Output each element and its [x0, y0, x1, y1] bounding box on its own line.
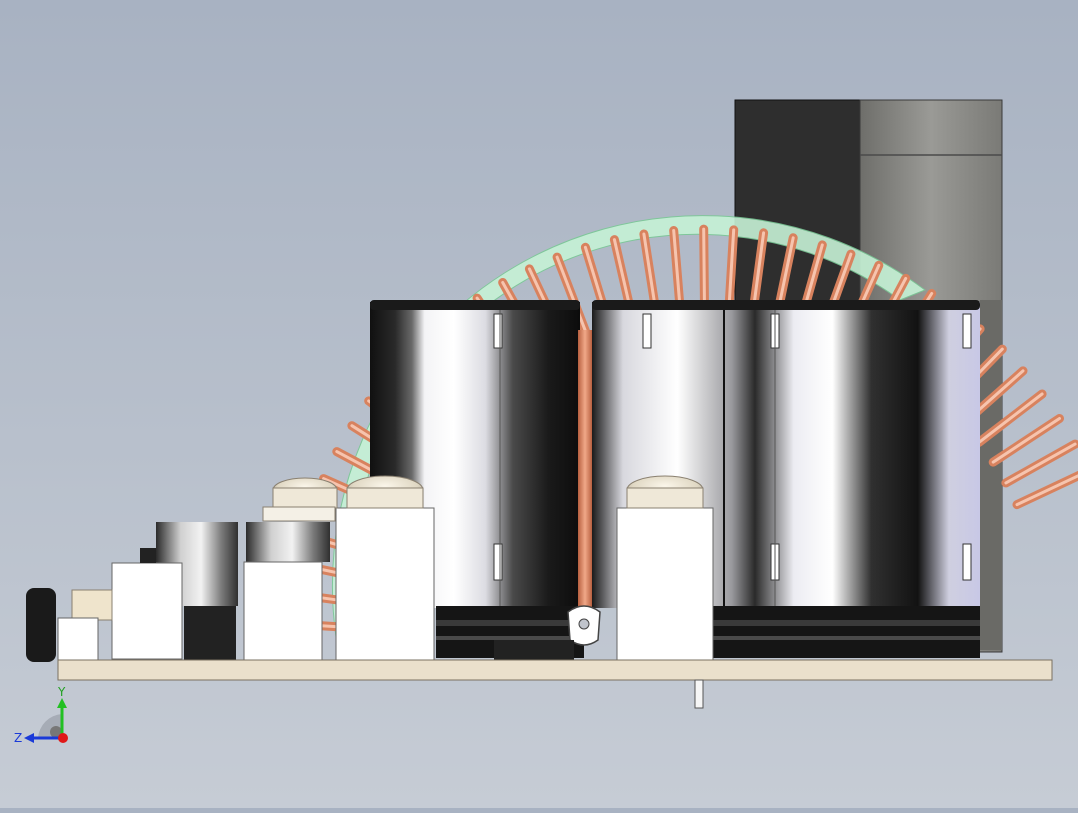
screw-terminal-3[interactable] [262, 477, 338, 522]
cad-model-view[interactable] [0, 0, 1078, 808]
pcb-board[interactable] [57, 659, 1053, 709]
connector-block-middle[interactable] [616, 507, 714, 661]
mounting-clip [567, 605, 601, 646]
connector-block-small[interactable] [111, 548, 183, 660]
power-jack[interactable] [26, 588, 113, 662]
connector-block-left[interactable] [335, 507, 435, 661]
axis-triad[interactable]: Y Z [10, 684, 80, 754]
y-axis-label: Y [57, 685, 66, 699]
smd-component [494, 640, 574, 660]
3d-viewport[interactable] [0, 0, 1078, 808]
screw-terminal-2[interactable] [346, 475, 424, 509]
z-axis-label: Z [14, 731, 22, 745]
winding-highlight [702, 227, 706, 310]
x-axis-dot-icon [58, 733, 68, 743]
screw-terminal-1[interactable] [626, 475, 704, 509]
y-axis-arrow-icon [57, 698, 67, 708]
small-capacitor-1[interactable] [243, 522, 330, 661]
toroid-lead-wire [578, 330, 592, 612]
z-axis-arrow-icon [24, 733, 34, 743]
